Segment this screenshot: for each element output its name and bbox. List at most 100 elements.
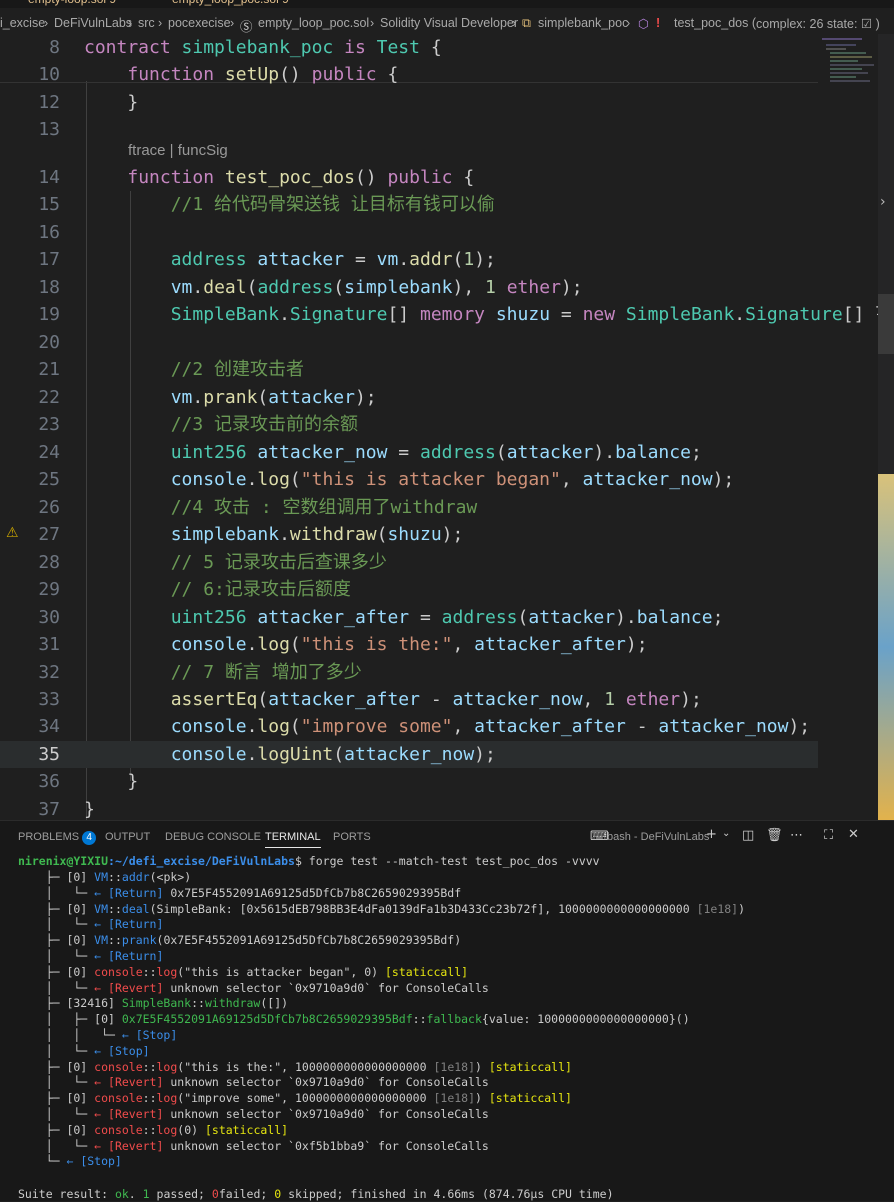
code-token: logUint	[257, 744, 334, 765]
code-line[interactable]: 28 // 5 记录攻击后查课多少	[0, 549, 894, 576]
line-number: 15	[38, 194, 60, 215]
close-panel-icon[interactable]: ✕	[848, 827, 859, 842]
code-line[interactable]: 21 //2 创建攻击者	[0, 356, 894, 383]
solidity-file-icon: Ⓢ	[240, 20, 253, 34]
trace-line: │ └─ ← [Revert] unknown selector `0x9710…	[18, 1106, 489, 1122]
code-line[interactable]: 34 console.log("improve some", attacker_…	[0, 713, 894, 740]
code-token: address	[419, 442, 496, 463]
trace-token: │ └─	[18, 1043, 95, 1058]
suite-token: Suite result:	[18, 1187, 115, 1201]
code-line[interactable]: 27 ⚠ simplebank.withdraw(shuzu);	[0, 521, 894, 548]
code-line[interactable]: 24 uint256 attacker_now = address(attack…	[0, 439, 894, 466]
codelens[interactable]: ftrace | funcSig	[128, 142, 228, 159]
tab-output[interactable]: OUTPUT	[105, 831, 150, 843]
vertical-scrollbar[interactable]: ›	[878, 34, 894, 820]
new-terminal-plus-icon[interactable]: +	[706, 827, 717, 842]
code-line[interactable]: 33 assertEq(attacker_after - attacker_no…	[0, 686, 894, 713]
code-line[interactable]: 18 vm.deal(address(simplebank), 1 ether)…	[0, 274, 894, 301]
code-line[interactable]: 12 }	[0, 89, 894, 116]
breadcrumb-item[interactable]: DeFiVulnLabs	[54, 16, 132, 30]
breadcrumb-item[interactable]: src	[138, 16, 155, 30]
code-line[interactable]: 26 //4 攻击 : 空数组调用了withdraw	[0, 494, 894, 521]
trace-token: ← [Revert]	[94, 1075, 171, 1090]
code-line[interactable]: 32 // 7 断言 增加了多少	[0, 659, 894, 686]
tab-terminal[interactable]: TERMINAL	[265, 831, 321, 848]
trace-token: ├─ [0]	[18, 1122, 95, 1137]
code-token: attacker_after	[474, 634, 626, 655]
trace-line: ├─ [0] VM::deal(SimpleBank: [0x5615dEB79…	[18, 901, 745, 917]
code-token: simplebank	[344, 277, 453, 298]
code-line[interactable]: 25 console.log("this is attacker began",…	[0, 466, 894, 493]
code-line[interactable]: 14 function test_poc_dos() public {	[0, 164, 894, 191]
line-number: 32	[38, 662, 60, 683]
code-line[interactable]: 10 function setUp() public {	[0, 61, 894, 88]
code-line[interactable]: 19 SimpleBank.Signature[] memory shuzu =…	[0, 301, 894, 328]
prompt-command: $ forge test --match-test test_poc_dos -…	[294, 854, 600, 868]
code-line[interactable]: 30 uint256 attacker_after = address(atta…	[0, 604, 894, 631]
code-line[interactable]: 37}	[0, 796, 894, 820]
suite-token: passed;	[149, 1187, 212, 1201]
desktop-wallpaper-strip	[878, 474, 894, 820]
warning-icon[interactable]: ⚠	[6, 525, 19, 541]
code-token: -	[430, 689, 453, 710]
code-token: );	[560, 277, 583, 298]
code-token: );	[441, 524, 464, 545]
chevron-down-icon[interactable]: ⌄	[722, 828, 730, 839]
trace-token: ::	[142, 964, 157, 979]
code-token: // 5 记录攻击后查课多少	[84, 552, 387, 573]
breadcrumb-item[interactable]: empty_loop_poc.sol	[258, 16, 369, 30]
breadcrumb-item[interactable]: i_excise	[0, 16, 45, 30]
tab-ports[interactable]: PORTS	[333, 831, 371, 843]
more-actions-icon[interactable]: ⋯	[790, 828, 803, 843]
breadcrumb-item[interactable]: test_poc_dos (	[674, 16, 756, 30]
trash-icon[interactable]: 🗑	[766, 828, 783, 843]
code-editor[interactable]: ftrace | funcSig 8 contract simplebank_po…	[0, 34, 894, 820]
code-token: //1 给代码骨架送钱 让目标有钱可以偷	[84, 194, 495, 215]
code-line[interactable]: 8 contract simplebank_poc is Test {	[0, 34, 894, 61]
tab-debug-console[interactable]: DEBUG CONSOLE	[165, 831, 261, 843]
code-token: }	[84, 92, 139, 113]
code-text: // 5 记录攻击后查课多少	[84, 549, 387, 576]
line-number: 31	[38, 634, 60, 655]
tab-empty-loop[interactable]: empty-loop.sol 9	[28, 0, 116, 8]
trace-line: │ ├─ [0] 0x7E5F4552091A69125d5DfCb7b8C26…	[18, 1011, 690, 1027]
line-number: 23	[38, 414, 60, 435]
terminal-prompt-line[interactable]: nirenix@YIXIU:~/defi_excise/DeFiVulnLabs…	[18, 853, 600, 869]
code-line[interactable]: 20	[0, 329, 894, 356]
code-token: public	[311, 64, 388, 85]
code-token: console	[170, 744, 247, 765]
code-token: attacker_now	[582, 469, 713, 490]
code-token: attacker	[268, 387, 355, 408]
terminal-instance-name[interactable]: bash - DeFiVulnLabs	[607, 831, 709, 843]
code-token: address	[170, 249, 258, 270]
code-line[interactable]: 15 //1 给代码骨架送钱 让目标有钱可以偷	[0, 191, 894, 218]
split-terminal-icon[interactable]: ◫	[742, 828, 754, 843]
code-text: }	[84, 768, 138, 795]
tab-problems[interactable]: PROBLEMS 4	[18, 831, 97, 845]
code-token: deal	[203, 277, 247, 298]
chevron-right-icon[interactable]: ›	[880, 194, 886, 210]
breadcrumb-item[interactable]: simplebank_poc	[538, 16, 628, 30]
tab-empty-loop-poc[interactable]: empty_loop_poc.sol 9	[172, 0, 289, 8]
code-line[interactable]: 23 //3 记录攻击前的余额	[0, 411, 894, 438]
breadcrumb-item[interactable]: Solidity Visual Developer	[380, 16, 518, 30]
code-line[interactable]: 16	[0, 219, 894, 246]
code-token: attacker	[528, 607, 616, 628]
code-token: uint256	[170, 607, 258, 628]
line-number: 18	[38, 277, 60, 298]
code-line[interactable]: 29 // 6:记录攻击后额度	[0, 576, 894, 603]
code-line[interactable]: 13	[0, 116, 894, 143]
trace-token: ├─ [32416]	[18, 996, 122, 1011]
code-line[interactable]: 22 vm.prank(attacker);	[0, 384, 894, 411]
code-line[interactable]: 36 }	[0, 768, 894, 795]
breadcrumb-item[interactable]: pocexecise	[168, 16, 231, 30]
code-line[interactable]: 17 address attacker = vm.addr(1);	[0, 246, 894, 273]
trace-line: └─ ← [Stop]	[18, 1153, 122, 1169]
minimap[interactable]	[818, 34, 878, 154]
maximize-panel-icon[interactable]: ⛶	[824, 828, 833, 843]
code-token: setUp	[224, 64, 280, 85]
trace-token: ← [Stop]	[121, 1028, 178, 1042]
code-line[interactable]: 31 console.log("this is the:", attacker_…	[0, 631, 894, 658]
code-line[interactable]: 35 console.logUint(attacker_now);	[0, 741, 818, 768]
